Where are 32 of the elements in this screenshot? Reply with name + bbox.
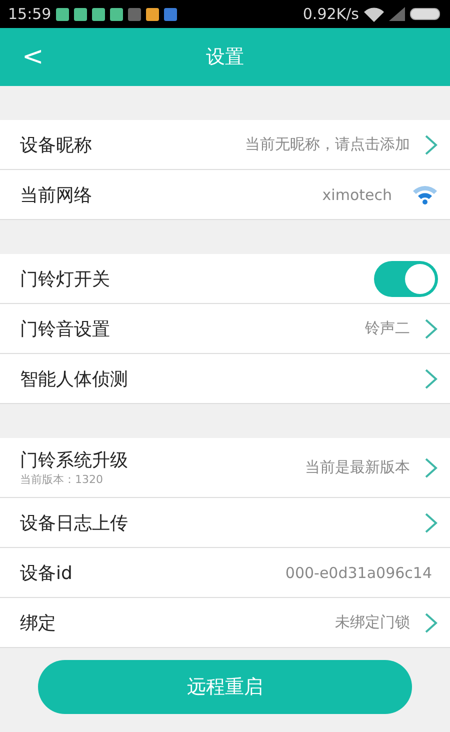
status-time: 15:59 xyxy=(8,5,52,23)
row-label: 设备日志上传 xyxy=(20,512,128,534)
battery-icon xyxy=(410,8,442,20)
row-label: 智能人体侦测 xyxy=(20,368,128,390)
chevron-icon xyxy=(424,368,438,390)
row-label: 设备id xyxy=(20,562,72,584)
row-value: 当前无昵称，请点击添加 xyxy=(245,135,411,154)
wifi-icon xyxy=(364,6,384,22)
row-label: 门铃系统升级 xyxy=(20,449,128,472)
chevron-icon xyxy=(424,318,438,340)
restart-button[interactable]: 远程重启 xyxy=(38,660,412,714)
row-label: 当前网络 xyxy=(20,184,92,206)
signal-icon xyxy=(389,7,405,21)
device-id: 000-e0d31a096c14 xyxy=(285,564,433,582)
version-text: 当前版本：1320 xyxy=(20,472,104,487)
row-value: 当前是最新版本 xyxy=(305,458,411,477)
back-button[interactable]: < xyxy=(0,42,66,72)
chevron-icon xyxy=(424,456,438,478)
toggle-switch[interactable] xyxy=(374,260,438,296)
chevron-icon xyxy=(424,134,438,156)
network-name: ximotech xyxy=(322,186,393,204)
row-value: 铃声二 xyxy=(365,319,411,338)
network-speed: 0.92K/s xyxy=(302,5,359,23)
row-label: 绑定 xyxy=(20,612,56,634)
chevron-icon xyxy=(424,612,438,634)
row-label: 设备昵称 xyxy=(20,134,92,156)
page-title: 设置 xyxy=(206,46,244,68)
row-label: 门铃灯开关 xyxy=(20,268,110,290)
row-value: 未绑定门锁 xyxy=(335,613,411,632)
row-label: 门铃音设置 xyxy=(20,318,110,340)
chevron-icon xyxy=(424,512,438,534)
wifi-icon xyxy=(412,184,438,204)
